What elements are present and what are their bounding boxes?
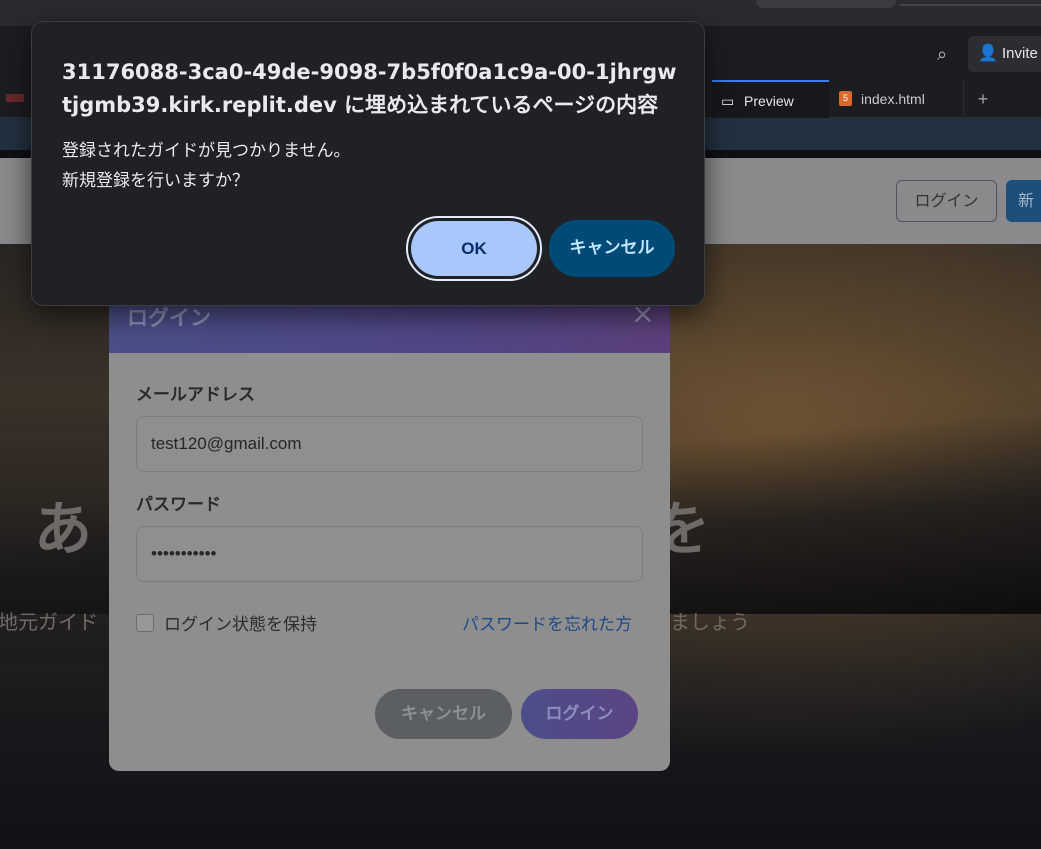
login-modal: ログイン × メールアドレス test120@gmail.com パスワード •… [109,280,670,771]
email-field[interactable]: test120@gmail.com [136,416,643,472]
add-user-icon: 👤 [978,45,998,62]
email-label: メールアドレス [136,385,255,405]
site-register-button[interactable]: 新 [1006,180,1041,222]
tab-preview-label: Preview [744,93,794,109]
browser-top-pill [756,0,896,8]
hero-title-start: あ [34,495,95,563]
hero-subtitle-start: 地元ガイド [0,610,98,634]
forgot-password-link[interactable]: パスワードを忘れた方 [462,610,632,635]
login-submit-button[interactable]: ログイン [521,689,638,739]
password-label: パスワード [136,495,221,515]
browser-top-divider [900,4,1041,6]
remember-label: ログイン状態を保持 [164,615,317,635]
ok-button-label: OK [411,221,537,276]
add-tab-button[interactable]: + [972,80,994,118]
dialog-message: 登録されたガイドが見つかりません。 新規登録を行いますか？ [62,141,351,191]
hero-subtitle-end: ましょう [670,610,750,634]
remember-checkbox[interactable] [136,614,154,632]
monitor-icon: ▭ [721,93,735,109]
ok-button[interactable]: OK [406,216,542,281]
search-icon[interactable]: ⌕ [928,41,956,69]
tab-index-html[interactable]: 5 index.html [829,80,964,118]
dialog-title: 31176088-3ca0-49de-9098-7b5f0f0a1c9a-00-… [62,60,677,117]
confirm-dialog: 31176088-3ca0-49de-9098-7b5f0f0a1c9a-00-… [31,21,705,306]
tab-marker [6,94,24,102]
password-field[interactable]: ••••••••••• [136,526,643,582]
invite-button[interactable]: 👤 Invite [968,36,1041,72]
cancel-button[interactable]: キャンセル [549,220,675,277]
invite-label: Invite [1002,45,1038,62]
tab-preview[interactable]: ▭ Preview [712,80,829,118]
tab-index-label: index.html [861,91,925,107]
site-login-button[interactable]: ログイン [896,180,997,222]
login-modal-title: ログイン [127,306,211,330]
login-cancel-button[interactable]: キャンセル [375,689,512,739]
html5-icon: 5 [839,91,852,106]
